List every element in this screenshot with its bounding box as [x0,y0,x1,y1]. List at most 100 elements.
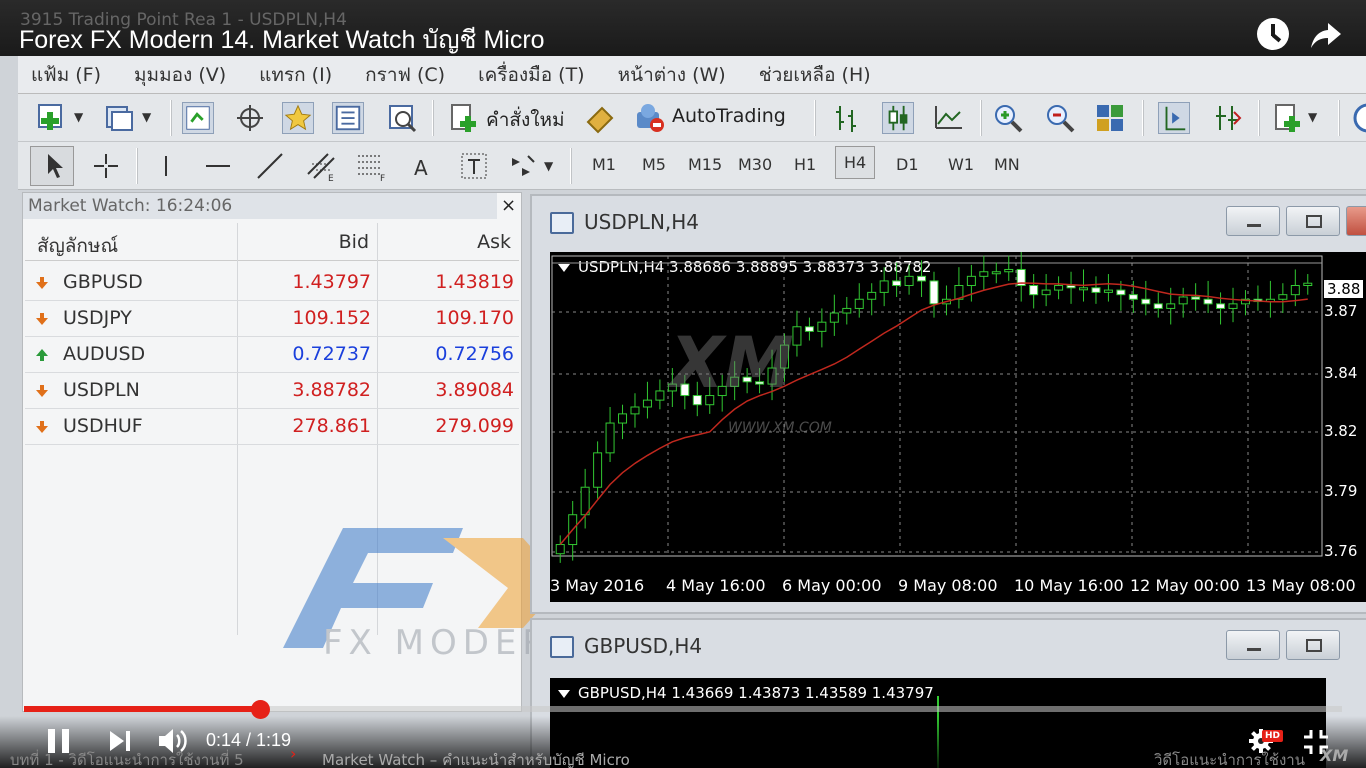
new-order-icon[interactable] [448,102,480,134]
candle-body [630,406,640,415]
timeframe-h4[interactable]: H4 [835,146,876,179]
timeframe-mn[interactable]: MN [994,155,1020,174]
profiles-dropdown-icon[interactable]: ▼ [142,110,151,124]
standard-toolbar: ▼ ▼ คำสั่งใหม่ AutoTrading ▼ [18,94,1366,142]
indicators-icon[interactable] [1272,102,1304,134]
new-order-button[interactable]: คำสั่งใหม่ [486,105,565,135]
restore-button[interactable] [1286,206,1340,236]
indicators-dropdown-icon[interactable]: ▼ [1308,110,1317,124]
x-tick-label: 3 May 2016 [550,576,645,595]
cursor-icon[interactable] [38,150,70,182]
share-icon[interactable] [1310,20,1342,50]
profiles-icon[interactable] [104,102,136,134]
chart-window-icon [550,212,574,234]
arrows-icon[interactable] [508,150,540,182]
text-tool-button[interactable]: A [414,156,428,180]
timeframe-h1[interactable]: H1 [794,155,816,174]
timeframe-m1[interactable]: M1 [592,155,616,174]
header-ask[interactable]: Ask [477,231,511,253]
line-chart-icon[interactable] [932,102,964,134]
video-frame: 3915 Trading Point Rea 1 - USDPLN,H4 For… [0,0,1366,768]
strategy-tester-icon[interactable] [386,102,418,134]
menu-window[interactable]: หน้าต่าง (W) [618,60,726,90]
candle-body [1216,303,1226,309]
terminal-icon[interactable] [332,102,364,134]
candle-body [593,452,603,488]
menu-help[interactable]: ช่วยเหลือ (H) [759,60,871,90]
video-title[interactable]: Forex FX Modern 14. Market Watch บัญชี M… [19,20,545,60]
market-watch-row[interactable]: GBPUSD 1.43797 1.43819 [25,265,519,301]
symbol-name: USDHUF [63,415,143,437]
autotrading-icon[interactable] [634,102,666,134]
menu-view[interactable]: มุมมอง (V) [134,60,226,90]
y-tick-label: 3.87 [1324,302,1358,320]
chart-window-usdpln[interactable]: USDPLN,H4 USDPLN,H4 3.88686 3.88895 3.88… [530,194,1366,614]
fibonacci-icon[interactable]: F [356,150,388,182]
periods-clock-icon[interactable] [1352,102,1366,134]
crosshair-icon[interactable] [90,150,122,182]
menu-tools[interactable]: เครื่องมือ (T) [478,60,585,90]
auto-scroll-icon[interactable] [1210,102,1242,134]
candle-body [1054,285,1064,291]
candle-body [1128,294,1138,300]
metaeditor-icon[interactable] [584,102,616,134]
equidistant-channel-icon[interactable]: E [306,150,338,182]
timeframe-m30[interactable]: M30 [738,155,772,174]
arrows-dropdown-icon[interactable]: ▼ [544,159,553,173]
candle-body [1029,285,1039,296]
candle-body [829,312,839,323]
new-chart-icon[interactable] [36,102,68,134]
market-watch-row[interactable]: AUDUSD 0.72737 0.72756 [25,337,519,373]
symbol-name: USDPLN [63,379,140,401]
candle-body [1116,289,1126,296]
market-watch-close-button[interactable]: × [501,195,516,216]
restore-button[interactable] [1286,630,1340,660]
new-chart-dropdown-icon[interactable]: ▼ [74,110,83,124]
bid-price: 109.152 [292,307,371,329]
minimize-button[interactable] [1226,630,1280,660]
vertical-line-icon[interactable] [150,150,182,182]
candle-body [1191,296,1201,300]
bar-chart-icon[interactable] [830,102,862,134]
market-watch-row[interactable]: USDPLN 3.88782 3.89084 [25,373,519,409]
zoom-in-icon[interactable] [992,102,1024,134]
x-tick-label: 9 May 08:00 [898,576,998,595]
bid-price: 278.861 [292,415,371,437]
timeframe-w1[interactable]: W1 [948,155,974,174]
x-tick-label: 10 May 16:00 [1014,576,1124,595]
text-label-icon[interactable] [458,150,490,182]
trendline-icon[interactable] [254,150,286,182]
menu-file[interactable]: แฟ้ม (F) [31,60,101,90]
timeframe-d1[interactable]: D1 [896,155,919,174]
horizontal-line-icon[interactable] [202,150,234,182]
market-watch-row[interactable]: USDHUF 278.861 279.099 [25,409,519,445]
symbol-name: AUDUSD [63,343,146,365]
data-window-icon[interactable] [234,102,266,134]
header-symbol[interactable]: สัญลักษณ์ [37,231,118,261]
autotrading-button[interactable]: AutoTrading [672,105,786,127]
chart-shift-icon[interactable] [1158,102,1190,134]
navigator-icon[interactable] [282,102,314,134]
zoom-out-icon[interactable] [1044,102,1076,134]
candle-body [1278,294,1288,300]
candle-body [929,280,939,305]
drawing-toolbar: E F A ▼ M1 M5 M15 M30 H1 H4 D1 W1 MN [18,142,1366,190]
market-watch-toggle-icon[interactable] [182,102,214,134]
close-window-button[interactable] [1346,206,1366,236]
video-top-bar: 3915 Trading Point Rea 1 - USDPLN,H4 For… [0,0,1366,56]
candle-body [966,275,976,287]
candlestick-chart-icon[interactable] [882,102,914,134]
market-watch-row[interactable]: USDJPY 109.152 109.170 [25,301,519,337]
header-bid[interactable]: Bid [339,231,369,253]
timeframe-m15[interactable]: M15 [688,155,722,174]
minimize-button[interactable] [1226,206,1280,236]
watch-later-icon[interactable] [1257,18,1289,50]
svg-text:F: F [380,174,385,182]
menu-insert[interactable]: แทรก (I) [259,60,332,90]
menu-charts[interactable]: กราฟ (C) [365,60,445,90]
market-watch-panel: Market Watch: 16:24:06 × สัญลักษณ์ Bid A… [22,192,577,712]
tile-windows-icon[interactable] [1094,102,1126,134]
candle-body [854,298,864,309]
timeframe-m5[interactable]: M5 [642,155,666,174]
usdpln-chart[interactable]: USDPLN,H4 3.88686 3.88895 3.88373 3.8878… [550,252,1366,602]
